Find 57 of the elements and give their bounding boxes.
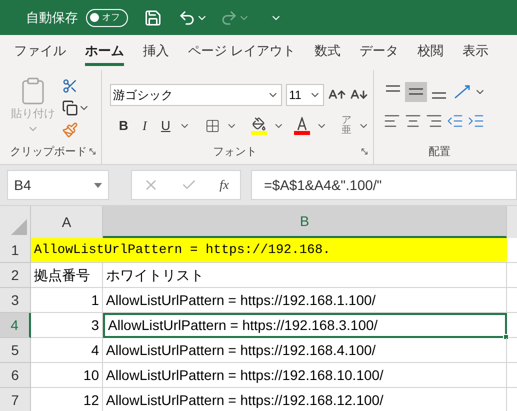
column-header[interactable]: B [103, 206, 507, 238]
group-label: 配置 [428, 144, 452, 160]
format-button[interactable]: U [158, 116, 174, 136]
fill-color-icon[interactable] [251, 117, 268, 135]
formula-field[interactable]: =$A$1&A4&".100/" [251, 170, 517, 200]
fill-handle[interactable] [503, 334, 509, 340]
table-cell: 4 [31, 338, 103, 363]
name-box[interactable]: B4 [7, 170, 109, 200]
ribbon-tab[interactable]: 校閲 [418, 40, 444, 66]
align-middle-icon[interactable] [405, 82, 427, 102]
ribbon-tab[interactable]: 表示 [462, 40, 489, 66]
ribbon-tab[interactable]: ページ レイアウト [188, 40, 296, 66]
row-header[interactable]: 3 [0, 288, 31, 313]
format-painter-icon[interactable] [62, 122, 78, 138]
copy-icon[interactable] [62, 100, 78, 116]
row-header[interactable]: 5 [0, 338, 31, 363]
dropdown-arrow-icon [94, 182, 102, 188]
dialog-launcher-icon[interactable] [360, 147, 369, 156]
row-header[interactable]: 4 [0, 313, 31, 338]
dialog-launcher-icon[interactable] [88, 147, 97, 156]
table-cell: AllowListUrlPattern = https://192.168.4.100/ [103, 338, 507, 363]
table-cell: 3 [31, 313, 103, 338]
row-header[interactable]: 6 [0, 363, 31, 388]
table-cell: AllowListUrlPattern = https://192.168. [31, 238, 507, 263]
font-size-field[interactable]: 11 [286, 84, 324, 106]
ribbon-tab[interactable]: 数式 [314, 40, 341, 66]
ribbon-tab[interactable]: データ [360, 40, 399, 66]
autosave-toggle[interactable]: オフ [86, 8, 128, 26]
autosave-label: 自動保存 [26, 8, 78, 27]
format-button[interactable]: I [137, 116, 152, 136]
font-name-field[interactable]: 游ゴシック [110, 84, 282, 106]
phonetic-button[interactable]: ア 亜 [342, 116, 352, 136]
group-label: クリップボード [10, 144, 87, 160]
undo-icon[interactable] [178, 8, 196, 26]
ribbon-tab[interactable]: ファイル [14, 40, 66, 66]
table-cell: AllowListUrlPattern = https://192.168.10.100/ [103, 363, 507, 388]
scissors-icon[interactable] [62, 78, 78, 94]
table-cell: 10 [31, 363, 103, 388]
save-icon[interactable] [144, 8, 162, 26]
table-cell: 12 [31, 388, 103, 411]
ribbon-tab[interactable]: ホーム [85, 40, 124, 66]
table-cell: 1 [31, 288, 103, 313]
borders-icon[interactable] [204, 118, 220, 134]
group-label: フォント [213, 144, 257, 160]
table-cell: AllowListUrlPattern = https://192.168.3.100/ [103, 313, 507, 338]
corner-triangle-icon [11, 219, 27, 235]
row-header[interactable]: 2 [0, 263, 31, 288]
table-cell: 拠点番号 [31, 263, 103, 288]
table-cell: AllowListUrlPattern = https://192.168.1.100/ [103, 288, 507, 313]
table-cell: ホワイトリスト [103, 263, 507, 288]
row-header[interactable]: 1 [0, 238, 31, 263]
row-header[interactable]: 7 [0, 388, 31, 411]
table-cell: AllowListUrlPattern = https://192.168.12.100/ [103, 388, 507, 411]
format-button[interactable]: B [116, 116, 132, 136]
font-color-icon[interactable] [294, 117, 310, 135]
insert-function-button[interactable]: fx [220, 175, 229, 195]
ribbon-tab[interactable]: 挿入 [143, 40, 169, 66]
